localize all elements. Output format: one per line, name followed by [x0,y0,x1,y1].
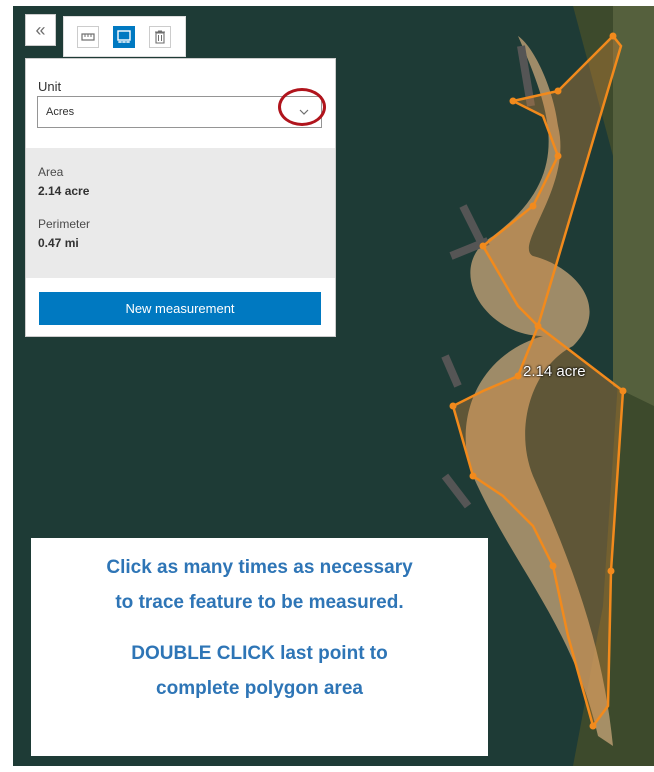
unit-label: Unit [38,79,62,94]
measurement-results: Area 2.14 acre Perimeter 0.47 mi [26,148,335,278]
area-value: 2.14 acre [38,184,90,198]
ruler-icon [81,33,95,41]
perimeter-label: Perimeter [38,217,91,231]
trash-icon [155,30,165,44]
instruction-line-3: DOUBLE CLICK last point to [131,643,388,664]
dropdown-highlight-circle [278,88,326,126]
map-measurement-label: 2.14 acre [523,363,586,380]
area-label: Area [38,165,64,179]
collapse-panel-button[interactable]: « [25,14,56,46]
instruction-line-2: to trace feature to be measured. [115,592,404,613]
double-chevron-left-icon: « [35,20,46,40]
unit-select-value: Acres [46,106,75,118]
instruction-box: Click as many times as necessary to trac… [31,538,488,756]
clear-measurement-button[interactable] [149,26,171,48]
screenshot-frame: 2.14 acre « Unit Acres Area 2.14 acre Pe… [0,0,654,772]
area-tool-button[interactable] [113,26,135,48]
distance-tool-button[interactable] [77,26,99,48]
instruction-line-4: complete polygon area [156,678,363,699]
perimeter-value: 0.47 mi [38,236,79,250]
measure-toolbar [63,16,186,57]
instruction-line-1: Click as many times as necessary [106,557,413,578]
new-measurement-button[interactable]: New measurement [39,292,321,325]
area-measure-icon [117,30,131,43]
